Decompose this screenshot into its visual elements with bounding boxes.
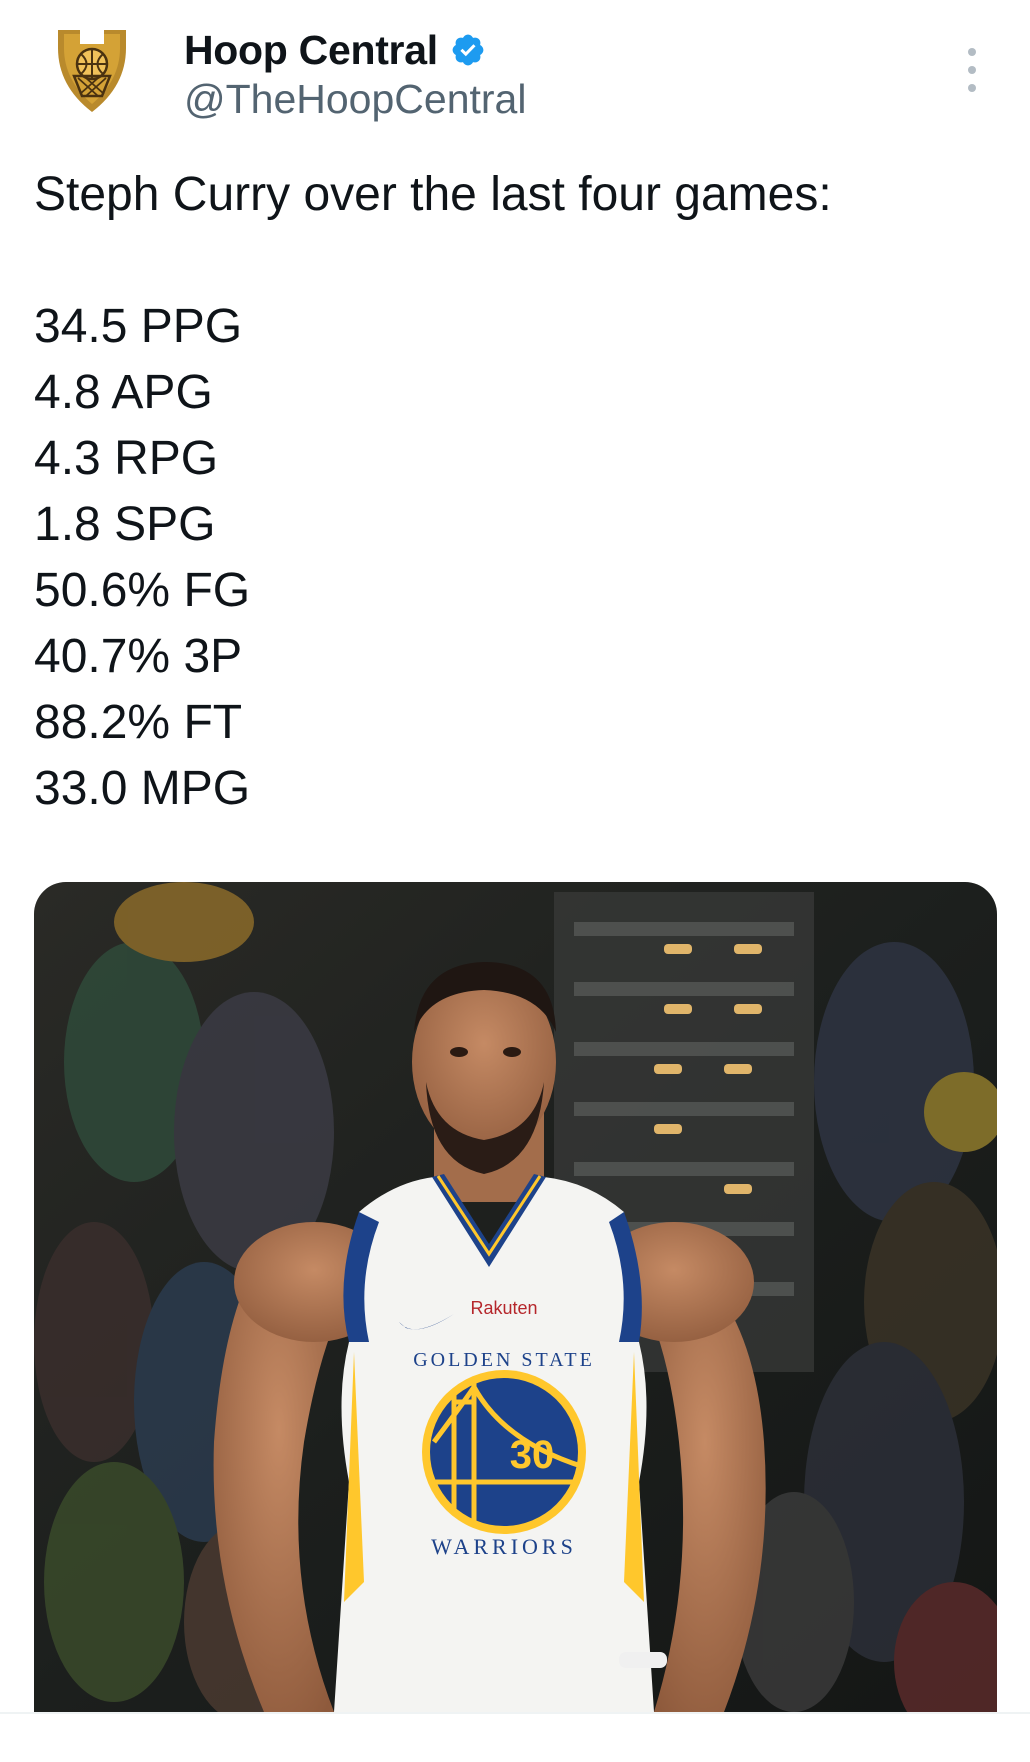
stat-line: 33.0 MPG (34, 762, 251, 815)
tweet-action-bar (0, 1712, 1030, 1762)
stat-line: 1.8 SPG (34, 498, 216, 551)
player-photo: Rakuten 30 GOLDEN STATE WARRIORS (34, 882, 997, 1712)
tweet-intro: Steph Curry over the last four games: (34, 168, 832, 221)
stat-line: 40.7% 3P (34, 630, 243, 683)
jersey-sponsor: Rakuten (470, 1298, 537, 1318)
tweet-text: Steph Curry over the last four games: 34… (34, 162, 994, 822)
more-options-icon[interactable] (962, 48, 982, 92)
stat-line: 4.3 RPG (34, 432, 219, 485)
user-handle[interactable]: @TheHoopCentral (184, 76, 526, 123)
verified-badge-icon (452, 34, 484, 66)
stat-line: 50.6% FG (34, 564, 251, 617)
stat-line: 4.8 APG (34, 366, 213, 419)
jersey-number: 30 (510, 1433, 555, 1477)
display-name[interactable]: Hoop Central (184, 27, 438, 74)
tweet-photo[interactable]: Rakuten 30 GOLDEN STATE WARRIORS (34, 882, 997, 1712)
tweet-header: Hoop Central @TheHoopCentral (0, 0, 1030, 140)
stat-line: 88.2% FT (34, 696, 243, 749)
user-names: Hoop Central @TheHoopCentral (184, 26, 526, 123)
avatar[interactable] (40, 16, 144, 120)
hoop-central-logo-icon (58, 30, 126, 112)
jersey-team-bottom: WARRIORS (431, 1534, 577, 1559)
jersey-team-top: GOLDEN STATE (413, 1349, 595, 1371)
stat-line: 34.5 PPG (34, 300, 243, 353)
